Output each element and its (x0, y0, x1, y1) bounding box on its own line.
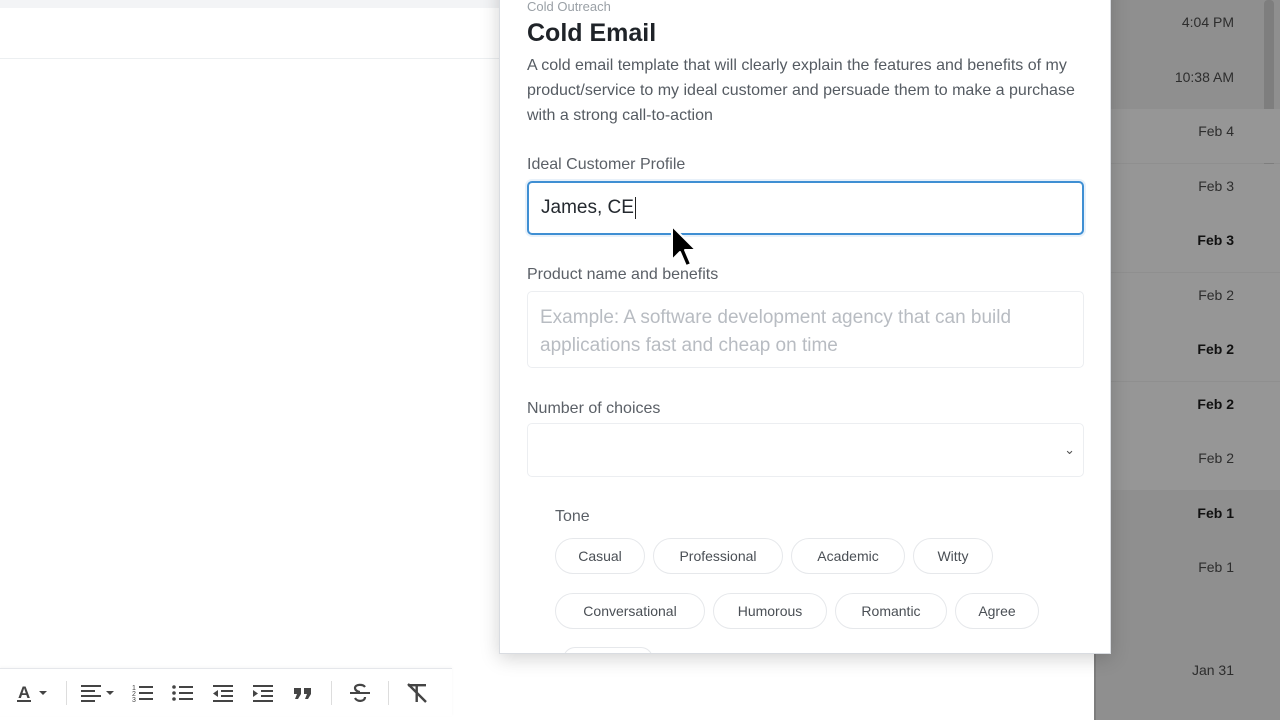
email-date: Feb 4 (1198, 123, 1234, 139)
toolbar-separator (66, 680, 67, 705)
screen: A 1 2 3 4:04 PM 10:38 AM Feb 4 Feb 3 Feb… (0, 0, 1280, 720)
email-date: 10:38 AM (1174, 68, 1234, 85)
email-list-row[interactable]: Feb 4 (1094, 109, 1280, 163)
product-textarea[interactable]: Example: A software development agency t… (527, 291, 1084, 368)
tone-chip-humorous[interactable]: Humorous (713, 593, 827, 629)
email-date: Feb 2 (1198, 450, 1234, 466)
email-list-row[interactable]: Feb 1 (1094, 491, 1280, 545)
email-date: Jan 31 (1191, 662, 1234, 678)
tone-chip-next-row[interactable] (563, 647, 653, 653)
cold-email-dialog: Cold Outreach Cold Email A cold email te… (499, 0, 1111, 654)
quote-icon[interactable] (285, 675, 321, 711)
email-list: 4:04 PM 10:38 AM Feb 4 Feb 3 Feb 3 Feb 2 Feb 2… (1094, 0, 1280, 720)
align-icon[interactable] (77, 675, 121, 711)
tone-chip-agree[interactable]: Agree (955, 593, 1039, 629)
tone-chip-academic[interactable]: Academic (791, 538, 905, 574)
email-list-row[interactable]: Feb 2 (1094, 272, 1280, 327)
dialog-title: Cold Email (527, 19, 657, 47)
email-list-row[interactable]: 10:38 AM (1094, 55, 1280, 109)
indent-less-icon[interactable] (205, 675, 241, 711)
subject-divider (0, 58, 500, 59)
email-list-row[interactable]: Feb 1 (1094, 545, 1280, 599)
tone-chip-romantic[interactable]: Romantic (835, 593, 947, 629)
choices-select[interactable]: ⌄ (527, 423, 1084, 477)
email-list-row[interactable]: 4:04 PM (1094, 0, 1280, 54)
email-date: Feb 1 (1197, 504, 1234, 521)
toolbar-separator (388, 680, 389, 705)
email-date: Feb 3 (1197, 232, 1234, 248)
email-list-row[interactable]: Feb 3 (1094, 218, 1280, 272)
numbered-list-icon[interactable]: 1 2 3 (125, 675, 161, 711)
email-list-row[interactable]: Feb 2 (1094, 381, 1280, 436)
indent-more-icon[interactable] (245, 675, 281, 711)
email-date: Feb 2 (1197, 395, 1234, 412)
tone-chip-witty[interactable]: Witty (913, 538, 993, 574)
text-caret (634, 197, 636, 219)
clear-formatting-icon[interactable] (399, 675, 435, 711)
tone-chip-professional[interactable]: Professional (653, 538, 783, 574)
mouse-cursor-icon (671, 225, 697, 267)
chevron-down-icon: ⌄ (1064, 442, 1075, 457)
text-color-icon[interactable]: A (12, 675, 56, 711)
tone-label: Tone (555, 508, 590, 525)
email-list-row[interactable]: Feb 3 (1094, 163, 1280, 218)
tone-chip-casual[interactable]: Casual (555, 538, 645, 574)
email-list-row[interactable]: Feb 2 (1094, 436, 1280, 490)
email-date: Feb 2 (1197, 341, 1234, 357)
email-date: Feb 3 (1198, 177, 1234, 194)
svg-text:3: 3 (132, 697, 136, 703)
toolbar-separator (331, 680, 332, 705)
icp-input[interactable]: James, CE (527, 181, 1084, 235)
icp-input-value: James, CE (541, 197, 634, 218)
bulleted-list-icon[interactable] (165, 675, 201, 711)
dialog-description: A cold email template that will clearly … (527, 57, 1075, 124)
icp-label: Ideal Customer Profile (527, 156, 686, 173)
email-list-row[interactable]: Feb 2 (1094, 327, 1280, 381)
compose-area[interactable]: A 1 2 3 (0, 0, 500, 720)
email-date: Feb 2 (1198, 286, 1234, 303)
breadcrumb[interactable]: Cold Outreach (527, 0, 611, 14)
tone-chip-conversational[interactable]: Conversational (555, 593, 705, 629)
choices-label: Number of choices (527, 400, 661, 417)
email-list-row[interactable]: Jan 31 (1094, 648, 1280, 702)
svg-text:A: A (18, 683, 30, 702)
formatting-toolbar: A 1 2 3 (0, 668, 452, 716)
compose-top-bar (0, 0, 500, 8)
email-date: Feb 1 (1198, 559, 1234, 575)
strikethrough-icon[interactable] (342, 675, 378, 711)
email-date: 4:04 PM (1181, 14, 1234, 30)
